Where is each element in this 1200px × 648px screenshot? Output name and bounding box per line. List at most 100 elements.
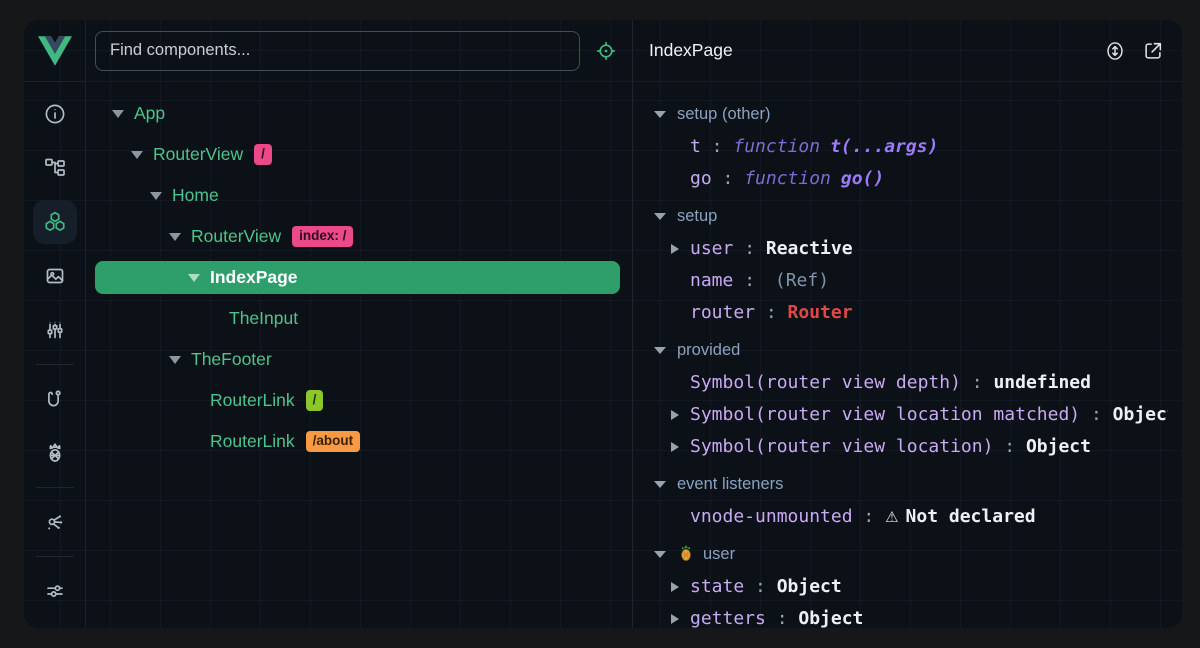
component-tree-panel: App RouterView/Home RouterViewindex: / Inde… [86, 20, 632, 628]
entry-colon: : [853, 506, 886, 527]
section-label: event listeners [677, 475, 783, 493]
pineapple-icon [677, 540, 695, 558]
sidebar-item-timeline[interactable] [28, 303, 82, 357]
route-badge: index: / [292, 226, 353, 247]
section-label: user [703, 545, 735, 563]
vue-devtools-window: App RouterView/Home RouterViewindex: / Inde… [24, 20, 1182, 628]
state-entry-state[interactable]: state : Object [633, 571, 1168, 603]
sidebar-item-assets[interactable] [28, 249, 82, 303]
expand-entry-icon[interactable] [671, 410, 679, 420]
inspector-section-provided[interactable]: provided [633, 333, 1168, 367]
entry-key: name [690, 270, 733, 291]
sidebar-divider [36, 364, 74, 365]
sidebar-item-info[interactable] [28, 87, 82, 141]
entry-key: getters [690, 608, 766, 628]
graph-icon [33, 500, 77, 544]
component-name: App [134, 103, 165, 124]
state-entry-go: go : functiongo() [633, 163, 1168, 195]
entry-value: Object [798, 608, 863, 628]
expand-entry-icon[interactable] [671, 614, 679, 624]
tree-row-routerlink[interactable]: RouterLink/about [95, 421, 620, 462]
inspector-section-user[interactable]: user [633, 537, 1168, 571]
sidebar-item-router[interactable] [28, 372, 82, 426]
entry-colon: : [1080, 404, 1113, 425]
tree-row-routerlink[interactable]: RouterLink/ [95, 380, 620, 421]
state-inspector-body: setup (other)t : functiont(...args)go : … [633, 82, 1182, 628]
state-entry-symbol-router-view-location-[interactable]: Symbol(router view location) : Object [633, 431, 1168, 463]
component-name: Home [172, 185, 219, 206]
component-name: RouterLink [210, 431, 295, 452]
expand-toggle-icon[interactable] [169, 233, 182, 241]
entry-value: (Ref) [775, 270, 829, 291]
tree-row-theinput[interactable]: TheInput [95, 298, 620, 339]
state-entry-symbol-router-view-location-matched-[interactable]: Symbol(router view location matched) : O… [633, 399, 1168, 431]
tree-row-routerview[interactable]: RouterViewindex: / [95, 216, 620, 257]
entry-colon: : [755, 302, 788, 323]
sidebar-divider [36, 487, 74, 488]
component-name: RouterLink [210, 390, 295, 411]
components-icon [33, 200, 77, 244]
sidebar-item-graph[interactable] [28, 495, 82, 549]
state-entry-getters[interactable]: getters : Object [633, 603, 1168, 628]
target-button[interactable] [592, 37, 620, 65]
component-name: TheInput [229, 308, 298, 329]
expand-toggle-icon[interactable] [169, 356, 182, 364]
entry-colon: : [701, 136, 734, 157]
entry-colon: : [744, 576, 777, 597]
scroll-to-component-button[interactable] [1102, 38, 1128, 64]
component-tree: App RouterView/Home RouterViewindex: / Inde… [86, 82, 632, 628]
entry-key: Symbol(router view depth) [690, 372, 961, 393]
inspector-section-event-listeners[interactable]: event listeners [633, 467, 1168, 501]
settings-icon [33, 569, 77, 613]
open-in-editor-button[interactable] [1140, 38, 1166, 64]
inspector-title: IndexPage [649, 40, 1090, 61]
tree-toolbar [86, 20, 632, 82]
sidebar-item-pinia[interactable] [28, 426, 82, 480]
tree-row-routerview[interactable]: RouterView/ [95, 134, 620, 175]
assets-icon [33, 254, 77, 298]
expand-toggle-icon[interactable] [131, 151, 144, 159]
entry-colon: : [733, 270, 766, 291]
state-entry-user[interactable]: user : Reactive [633, 233, 1168, 265]
state-inspector-panel: IndexPage setup (other)t : functiont(...… [632, 20, 1182, 628]
warning-icon: ⚠ [885, 508, 898, 526]
expand-toggle-icon[interactable] [188, 274, 201, 282]
entry-key: router [690, 302, 755, 323]
vue-logo [24, 20, 85, 82]
function-signature: go() [841, 168, 884, 189]
inspector-section-setup[interactable]: setup [633, 199, 1168, 233]
tree-row-thefooter[interactable]: TheFooter [95, 339, 620, 380]
expand-toggle-icon[interactable] [150, 192, 163, 200]
entry-value: Reactive [766, 238, 853, 259]
function-signature: t(...args) [830, 136, 938, 157]
tree-row-indexpage[interactable]: IndexPage [95, 261, 620, 294]
state-entry-symbol-router-view-depth-: Symbol(router view depth) : undefined [633, 367, 1168, 399]
search-input[interactable] [95, 31, 580, 71]
sidebar-item-pages[interactable] [28, 141, 82, 195]
sidebar-item-components[interactable] [28, 195, 82, 249]
entry-key: vnode-unmounted [690, 506, 853, 527]
component-name: IndexPage [210, 267, 298, 288]
section-collapse-icon [654, 347, 666, 354]
entry-value: Object [1113, 404, 1168, 425]
section-collapse-icon [654, 213, 666, 220]
state-entry-router: router : Router [633, 297, 1168, 329]
expand-entry-icon[interactable] [671, 582, 679, 592]
entry-value: undefined [993, 372, 1091, 393]
inspector-section-setup-other-[interactable]: setup (other) [633, 97, 1168, 131]
sidebar-nav [24, 82, 85, 628]
expand-entry-icon[interactable] [671, 442, 679, 452]
tree-row-app[interactable]: App [95, 93, 620, 134]
target-icon [595, 40, 617, 62]
tree-row-home[interactable]: Home [95, 175, 620, 216]
entry-key: user [690, 238, 733, 259]
section-collapse-icon [654, 111, 666, 118]
route-badge: /about [306, 431, 361, 452]
expand-entry-icon[interactable] [671, 244, 679, 254]
expand-toggle-icon[interactable] [112, 110, 125, 118]
router-icon [33, 377, 77, 421]
state-entry-name: name : (Ref) [633, 265, 1168, 297]
entry-key: Symbol(router view location matched) [690, 404, 1080, 425]
sidebar-item-settings[interactable] [28, 564, 82, 618]
function-keyword: function [733, 136, 820, 157]
